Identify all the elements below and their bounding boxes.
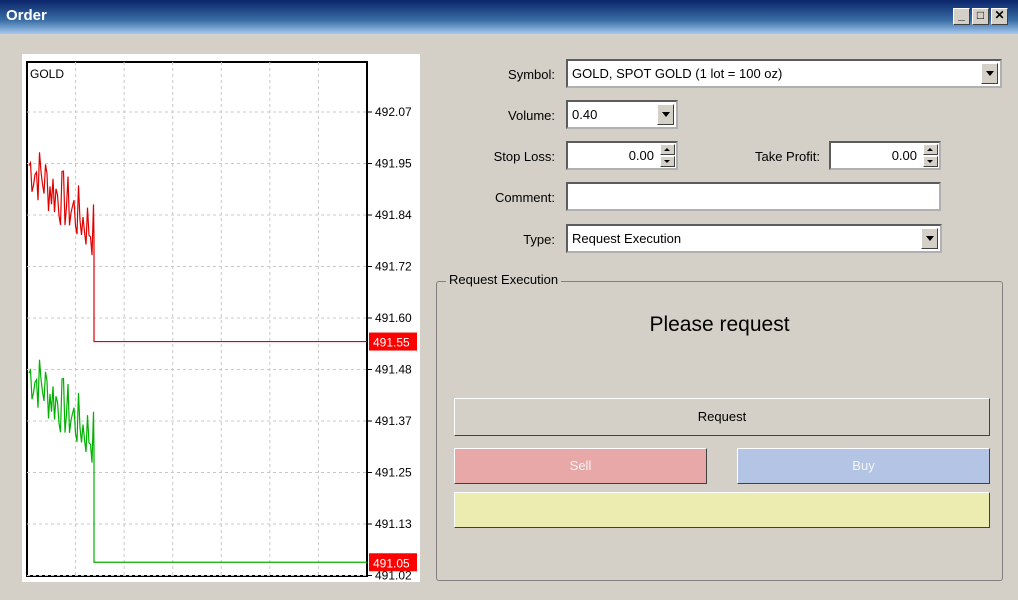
request-button[interactable]: Request <box>454 398 990 436</box>
volume-label: Volume: <box>508 108 555 123</box>
execution-group-title: Request Execution <box>446 272 562 287</box>
stop-loss-label: Stop Loss: <box>493 149 555 164</box>
price-chart: 492.07 491.95 491.84 491.72 491.60 491.48 491.… <box>22 54 420 582</box>
price-chart-svg: 492.07 491.95 491.84 491.72 491.60 491.48 491.… <box>26 61 417 582</box>
price-tick-label: 491.37 <box>375 414 412 428</box>
type-value: Request Execution <box>572 231 682 246</box>
take-profit-label: Take Profit: <box>754 149 820 164</box>
price-tick-label: 491.95 <box>375 157 412 171</box>
type-label: Type: <box>523 232 555 247</box>
chevron-down-icon[interactable] <box>981 63 998 84</box>
comment-input[interactable] <box>566 182 941 211</box>
volume-value: 0.40 <box>572 107 598 122</box>
take-profit-field[interactable]: 0.00 <box>829 141 941 170</box>
price-tick-label: 491.13 <box>375 517 412 531</box>
bid-price-marker: 491.05 <box>373 556 410 570</box>
take-profit-value: 0.00 <box>891 148 917 163</box>
stop-loss-field[interactable]: 0.00 <box>566 141 678 170</box>
spin-up-icon[interactable] <box>923 144 938 155</box>
symbol-dropdown[interactable]: GOLD, SPOT GOLD (1 lot = 100 oz) <box>566 59 1002 88</box>
sell-button[interactable]: Sell <box>454 448 707 484</box>
comment-label: Comment: <box>495 190 555 205</box>
price-tick-label: 491.60 <box>375 311 412 325</box>
window-title: Order <box>6 7 47 24</box>
buy-button[interactable]: Buy <box>737 448 990 484</box>
price-info-bar <box>454 492 990 528</box>
plot-frame <box>26 61 368 577</box>
minimize-icon[interactable]: _ <box>953 8 970 25</box>
maximize-icon[interactable]: □ <box>972 8 989 25</box>
close-icon[interactable]: ✕ <box>991 8 1008 25</box>
title-bar: Order _ □ ✕ <box>0 0 1018 34</box>
price-tick-label: 492.07 <box>375 105 412 119</box>
type-dropdown[interactable]: Request Execution <box>566 224 942 253</box>
price-tick-label: 491.48 <box>375 363 412 377</box>
stop-loss-value: 0.00 <box>628 148 654 163</box>
chevron-down-icon[interactable] <box>657 104 674 125</box>
symbol-value: GOLD, SPOT GOLD (1 lot = 100 oz) <box>572 66 783 81</box>
stop-loss-spinner[interactable] <box>660 144 675 167</box>
spin-down-icon[interactable] <box>660 156 675 167</box>
chevron-down-icon[interactable] <box>921 228 938 249</box>
symbol-label: Symbol: <box>508 67 555 82</box>
take-profit-spinner[interactable] <box>923 144 938 167</box>
price-tick-label: 491.84 <box>375 208 412 222</box>
price-tick-label: 491.72 <box>375 260 412 274</box>
ask-price-marker: 491.55 <box>373 336 410 350</box>
spin-up-icon[interactable] <box>660 144 675 155</box>
chart-symbol-label: GOLD <box>30 67 64 81</box>
volume-combo[interactable]: 0.40 <box>566 100 678 129</box>
price-tick-label: 491.25 <box>375 466 412 480</box>
spin-down-icon[interactable] <box>923 156 938 167</box>
status-message: Please request <box>649 313 790 336</box>
